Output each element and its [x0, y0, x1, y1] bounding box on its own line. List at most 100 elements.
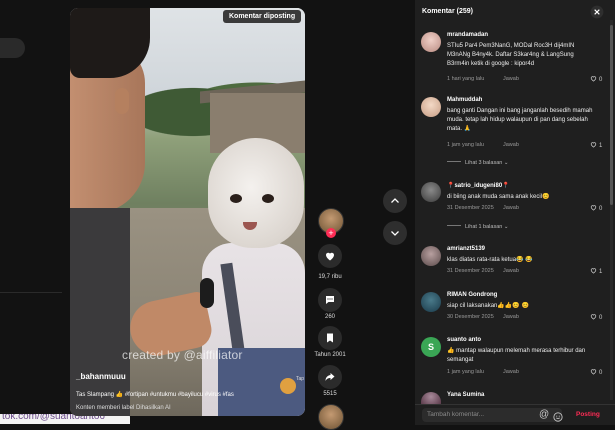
comment-like-button[interactable]: 0 [590, 313, 602, 321]
like-button[interactable] [318, 244, 342, 268]
comment-text: siap cil laksanakan👍👍😊 😊 [447, 303, 529, 309]
reply-button[interactable]: Jawab [503, 268, 519, 274]
see-replies-button[interactable]: Lihat 3 balasan ⌄ [447, 160, 508, 166]
comment-icon [326, 296, 334, 304]
comment-like-count: 0 [599, 77, 603, 83]
video-player[interactable]: Komentar diposting created by @aiffiliat… [70, 8, 305, 416]
comment-posted-badge: Komentar diposting [223, 10, 302, 23]
see-replies-label: Lihat 1 balasan [465, 224, 503, 230]
video-baby-eye-left [230, 194, 242, 203]
comment-time: 31 Desember 2025 [447, 268, 494, 274]
replies-divider [447, 161, 461, 162]
comment-text: bang ganti Dangan ini bang janganlah bes… [447, 108, 593, 132]
video-username[interactable]: _bahanmuuu [76, 372, 126, 381]
left-divider [0, 292, 62, 293]
comment-count: 260 [324, 314, 335, 320]
share-icon [325, 373, 335, 381]
reply-button[interactable]: Jawab [503, 369, 519, 375]
post-comment-button[interactable]: Posting [576, 411, 600, 418]
comment-avatar[interactable] [421, 97, 441, 117]
replies-divider [447, 225, 461, 226]
video-baby-eye-right [262, 194, 274, 203]
heart-outline-icon [590, 76, 597, 82]
music-avatar[interactable] [318, 404, 344, 430]
reply-button[interactable]: Jawab [503, 205, 519, 211]
comment-author[interactable]: amrianzt5139 [447, 246, 485, 252]
heart-outline-icon [590, 205, 597, 211]
bookmark-icon [327, 333, 333, 343]
comment-like-count: 0 [599, 206, 603, 212]
comment-text: klas diatas rata-rata ketua😂 😂 [447, 257, 533, 263]
comment-author[interactable]: RIMAN Gondrong [447, 292, 497, 298]
comment-avatar[interactable] [421, 392, 441, 404]
video-man-body [70, 208, 130, 416]
close-icon [590, 5, 604, 19]
comment-button[interactable] [318, 288, 342, 312]
comment-author[interactable]: Yana Sumina [447, 392, 484, 398]
comment-text: di biing anak muda sama anak kecil😊 [447, 194, 550, 200]
left-nav-pill [0, 38, 25, 58]
save-button[interactable] [318, 326, 342, 350]
comment-like-count: 0 [599, 315, 603, 321]
close-comments-button[interactable] [590, 5, 604, 19]
ai-label: Konten memberi label Dihasilkan AI [76, 405, 171, 411]
comment-text: 👍 mantap walaupun melemah merasa terhibu… [447, 348, 586, 363]
comment-like-button[interactable]: 1 [590, 267, 602, 275]
video-caption[interactable]: Tas Slampang 👍 #fortipan #untukmu #bayil… [76, 391, 234, 398]
heart-outline-icon [590, 142, 597, 148]
comment-time: 30 Desember 2025 [447, 314, 494, 320]
comment-avatar[interactable] [421, 182, 441, 202]
heart-outline-icon [590, 268, 597, 274]
comment-text: STIu5 Par4 Pem3NanG, MODal Roc3H dij4mIN… [447, 43, 575, 67]
video-watermark: created by @aiffiliator [122, 348, 243, 362]
reply-button[interactable]: Jawab [503, 142, 519, 148]
previous-video-button[interactable] [383, 189, 407, 213]
comment-like-button[interactable]: 0 [590, 204, 602, 212]
share-button[interactable] [318, 365, 342, 389]
comment-time: 1 jam yang lalu [447, 369, 484, 375]
emoji-button[interactable] [553, 409, 563, 427]
heart-outline-icon [590, 314, 597, 320]
comment-time: 1 jam yang lalu [447, 142, 484, 148]
comment-author[interactable]: suanto anto [447, 337, 481, 343]
comment-like-button[interactable]: 0 [590, 75, 602, 83]
see-replies-button[interactable]: Lihat 1 balasan ⌄ [447, 224, 508, 230]
comment-like-button[interactable]: 0 [590, 368, 602, 376]
reply-button[interactable]: Jawab [503, 76, 519, 82]
comment-time: 1 hari yang lalu [447, 76, 485, 82]
reply-button[interactable]: Jawab [503, 314, 519, 320]
comment-input-bar: Tambah komentar... @ Posting [415, 404, 615, 425]
like-count: 19,7 ribu [318, 274, 342, 280]
comment-author[interactable]: mrandamadan [447, 32, 488, 38]
see-replies-label: Lihat 3 balasan [465, 160, 503, 166]
comment-avatar[interactable] [421, 32, 441, 52]
comment-time: 31 Desember 2025 [447, 205, 494, 211]
comment-like-count: 1 [599, 269, 603, 275]
comments-panel: Komentar (259) mrandamadan STIu5 Par4 Pe… [415, 0, 615, 425]
smiley-icon [553, 412, 563, 422]
comments-scroll-thumb[interactable] [610, 25, 613, 205]
video-microphone [200, 278, 214, 308]
chevron-up-icon [391, 198, 399, 203]
video-baby-head [208, 138, 304, 248]
chevron-down-icon [391, 231, 399, 236]
video-man-ear [115, 88, 129, 114]
comment-like-button[interactable]: 1 [590, 141, 602, 149]
comment-avatar[interactable]: S [421, 337, 441, 357]
heart-icon [326, 252, 334, 261]
comment-avatar[interactable] [421, 246, 441, 266]
comment-like-count: 1 [599, 143, 603, 149]
comment-author[interactable]: 📍satrio_idugeni80📍 [447, 182, 510, 189]
comment-author[interactable]: Mahmuddah [447, 97, 482, 103]
share-count: 5515 [323, 391, 337, 397]
tap-label: Tap [296, 376, 305, 382]
heart-outline-icon [590, 369, 597, 375]
music-disc-icon[interactable] [280, 378, 296, 394]
comments-title: Komentar (259) [422, 8, 473, 15]
follow-plus-icon[interactable]: + [326, 228, 336, 238]
comment-avatar[interactable] [421, 292, 441, 312]
comment-like-count: 0 [599, 370, 603, 376]
save-count: Tahun 2001 [314, 352, 346, 358]
next-video-button[interactable] [383, 221, 407, 245]
mention-icon[interactable]: @ [539, 409, 549, 420]
